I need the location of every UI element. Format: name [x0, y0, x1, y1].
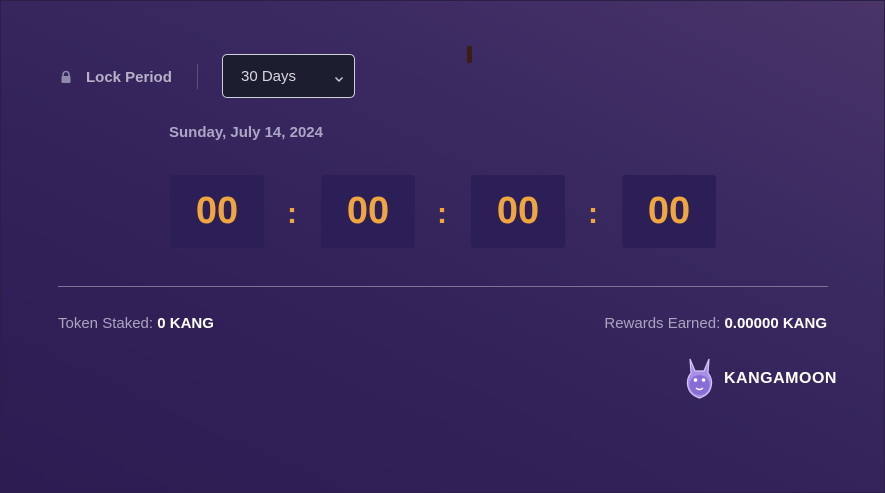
kangamoon-logo: KANGAMOON	[681, 357, 837, 401]
countdown-hours: 00	[321, 175, 415, 248]
horizontal-divider	[58, 286, 828, 287]
countdown-minutes: 00	[471, 175, 565, 248]
kangaroo-logo-icon	[681, 357, 718, 401]
countdown-separator: :	[437, 197, 447, 230]
lock-period-value: 30 Days	[241, 67, 297, 85]
logo-text: KANGAMOON	[724, 370, 837, 387]
countdown-separator: :	[287, 197, 297, 230]
lock-icon	[59, 70, 73, 84]
lock-period-label: Lock Period	[86, 68, 172, 86]
token-staked: Token Staked: 0 KANG	[58, 315, 214, 332]
token-staked-value: 0 KANG	[157, 315, 214, 332]
countdown-seconds: 00	[622, 175, 716, 248]
rewards-earned: Rewards Earned: 0.00000 KANG	[604, 315, 827, 332]
text-cursor-marker	[467, 46, 472, 63]
lock-period-select[interactable]: 30 Days	[222, 54, 355, 98]
lock-period-row: Lock Period	[59, 54, 172, 100]
chevron-down-icon	[334, 71, 344, 82]
countdown-separator: :	[588, 197, 598, 230]
countdown-days: 00	[170, 175, 264, 248]
staking-panel: Lock Period 30 Days Sunday, July 14, 202…	[0, 0, 885, 493]
rewards-earned-label: Rewards Earned:	[604, 315, 721, 332]
divider	[197, 64, 198, 89]
unlock-date: Sunday, July 14, 2024	[169, 124, 323, 141]
token-staked-label: Token Staked:	[58, 315, 154, 332]
rewards-earned-value: 0.00000 KANG	[724, 315, 827, 332]
